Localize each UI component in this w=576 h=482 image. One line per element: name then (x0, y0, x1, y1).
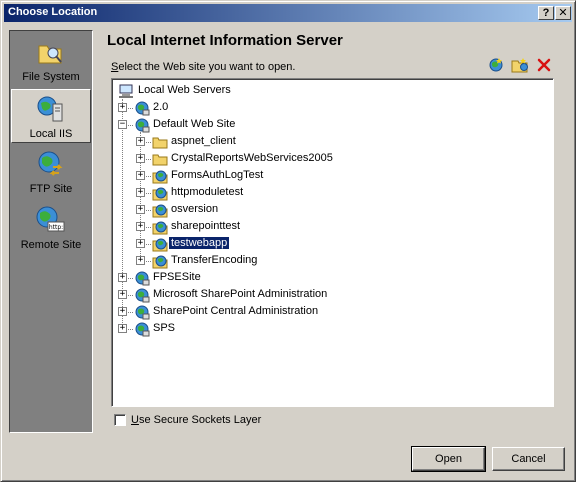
ssl-checkbox[interactable] (114, 414, 126, 426)
help-button[interactable]: ? (538, 6, 554, 20)
folder-search-icon (38, 45, 62, 64)
collapse-icon[interactable]: − (118, 120, 127, 129)
web-app-icon (152, 238, 168, 252)
web-app-icon (152, 255, 168, 269)
tree-node-label: testwebapp (167, 236, 231, 250)
ssl-label[interactable]: Use Secure Sockets Layer (131, 414, 261, 426)
ssl-label-rest: se Secure Sockets Layer (138, 414, 262, 426)
local-web-servers-icon (119, 84, 133, 98)
new-virtual-directory-icon[interactable] (511, 56, 529, 74)
expand-icon[interactable]: + (136, 137, 145, 146)
place-file-system[interactable]: File System (11, 33, 91, 87)
expand-icon[interactable]: + (118, 290, 127, 299)
expand-icon[interactable]: + (118, 324, 127, 333)
tree-node-label: Default Web Site (153, 118, 236, 130)
place-label: File System (22, 71, 80, 83)
expand-icon[interactable]: + (136, 205, 145, 214)
tree-node-label: Microsoft SharePoint Administration (153, 288, 328, 300)
open-button[interactable]: Open (411, 446, 486, 472)
web-globe-icon (135, 305, 150, 320)
expand-icon[interactable]: + (118, 103, 127, 112)
expand-icon[interactable]: + (136, 154, 145, 163)
tree-node-label: 2.0 (153, 101, 169, 113)
ssl-accelerator: U (131, 414, 139, 426)
title-bar[interactable]: Choose Location ? ✕ (4, 4, 572, 22)
tree-node-label: Local Web Servers (138, 84, 231, 96)
folder-icon (152, 154, 168, 166)
toolbar (487, 56, 553, 74)
expand-icon[interactable]: + (136, 222, 145, 231)
tree-node-label: osversion (171, 203, 219, 215)
expand-icon[interactable]: + (118, 307, 127, 316)
tree-node-label: httpmoduletest (171, 186, 244, 198)
tree-node-label: CrystalReportsWebServices2005 (171, 152, 333, 164)
window-title: Choose Location (8, 6, 98, 18)
expand-icon[interactable]: + (136, 171, 145, 180)
web-app-icon (152, 170, 168, 184)
tree-node-label: FPSESite (153, 271, 201, 283)
close-button[interactable]: ✕ (555, 6, 571, 20)
web-globe-icon (135, 101, 150, 116)
tree-node-label: SPS (153, 322, 176, 334)
web-globe-icon (135, 288, 150, 303)
tree-node-label: SharePoint Central Administration (153, 305, 319, 317)
place-remote-site[interactable]: http: Remote Site (11, 201, 91, 255)
instruction-rest: elect the Web site you want to open. (118, 61, 296, 73)
choose-location-dialog: Choose Location ? ✕ File System Local II… (0, 0, 576, 482)
folder-icon (152, 137, 168, 149)
remote-http-globe-icon: http: (36, 206, 65, 232)
tree-node-label: FormsAuthLogTest (171, 169, 264, 181)
web-app-icon (152, 187, 168, 201)
tree-node-label: TransferEncoding (171, 254, 258, 266)
place-local-iis[interactable]: Local IIS (11, 89, 91, 143)
expand-icon[interactable]: + (118, 273, 127, 282)
tree-node-label: sharepointtest (171, 220, 241, 232)
tree-node-label: aspnet_client (171, 135, 236, 147)
place-label: Local IIS (29, 128, 73, 140)
web-app-icon (152, 204, 168, 218)
delete-icon[interactable] (535, 56, 553, 74)
place-label: FTP Site (29, 183, 73, 195)
instruction-text: Select the Web site you want to open. (111, 61, 295, 73)
place-label: Remote Site (20, 239, 82, 251)
places-bar: File System Local IIS FTP Site http: Rem… (9, 30, 93, 433)
place-ftp-site[interactable]: FTP Site (11, 145, 91, 199)
expand-icon[interactable]: + (136, 239, 145, 248)
ftp-globe-icon (38, 151, 63, 176)
create-web-application-icon[interactable] (487, 56, 505, 74)
web-globe-icon (135, 271, 150, 286)
web-globe-icon (135, 322, 150, 337)
web-globe-icon (135, 118, 150, 133)
page-title: Local Internet Information Server (107, 32, 343, 49)
cancel-button[interactable]: Cancel (492, 447, 565, 471)
web-app-icon (152, 221, 168, 235)
expand-icon[interactable]: + (136, 188, 145, 197)
web-site-tree[interactable]: Local Web Servers +2.0 − Default Web Site +… (111, 78, 554, 407)
expand-icon[interactable]: + (136, 256, 145, 265)
local-iis-icon (37, 96, 63, 122)
svg-text:http:: http: (49, 224, 63, 231)
